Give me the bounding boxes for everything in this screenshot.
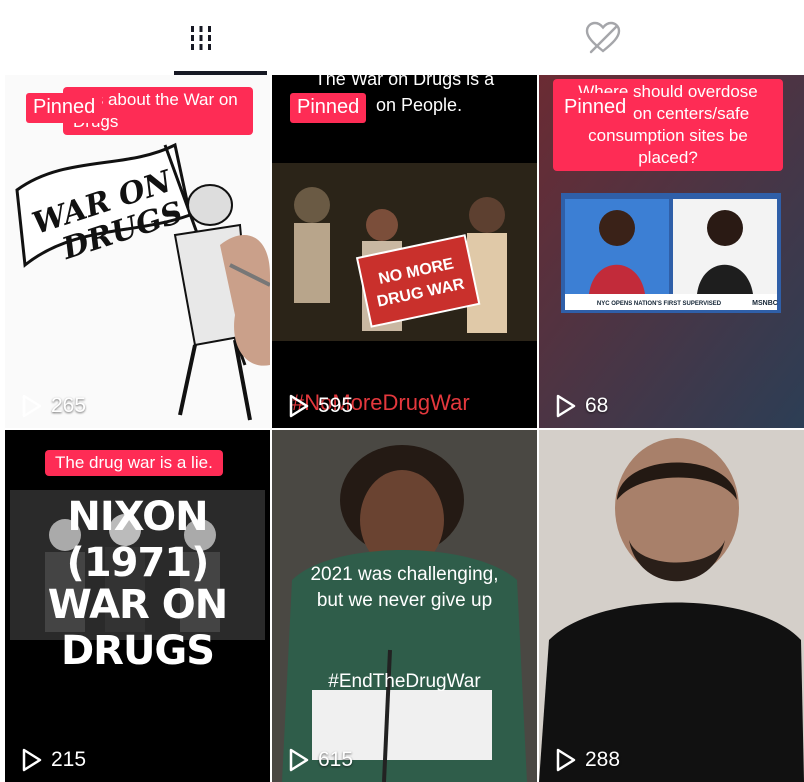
video-hashtag: #EndTheDrugWar xyxy=(328,671,481,692)
play-icon xyxy=(556,748,576,772)
view-count: 265 xyxy=(21,394,86,418)
play-icon xyxy=(22,394,42,418)
video-caption-line: on People. xyxy=(376,95,463,115)
play-icon xyxy=(22,748,42,772)
video-thumbnail: NO MORE DRUG WAR xyxy=(272,75,537,428)
video-tile-5[interactable]: 2021 was challenging, but we never give … xyxy=(272,430,537,782)
play-icon xyxy=(289,394,309,418)
svg-text:NYC OPENS NATION'S FIRST SUPER: NYC OPENS NATION'S FIRST SUPERVISED xyxy=(597,301,722,307)
view-count: 68 xyxy=(555,394,608,418)
video-title-1: NIXON (1971) xyxy=(66,494,210,586)
video-caption: 2021 was challenging, but we never give … xyxy=(310,564,499,611)
view-count: 288 xyxy=(555,748,620,772)
play-icon xyxy=(556,394,576,418)
video-grid: WAR ON DRUGS alks about the War on Drugs… xyxy=(0,75,804,782)
view-count: 215 xyxy=(21,748,86,772)
profile-tabs xyxy=(0,0,804,75)
pinned-badge: Pinned xyxy=(26,93,103,123)
view-count: 595 xyxy=(288,394,353,418)
video-caption: The drug war is a lie. xyxy=(45,450,223,476)
svg-text:MSNBC: MSNBC xyxy=(752,300,778,307)
video-title-2: WAR ON DRUGS xyxy=(47,582,229,674)
tab-liked[interactable] xyxy=(402,0,804,75)
play-icon xyxy=(289,748,309,772)
video-tile-1[interactable]: WAR ON DRUGS alks about the War on Drugs… xyxy=(5,75,270,428)
video-tile-4[interactable]: The drug war is a lie. NIXON (1971) WAR … xyxy=(5,430,270,782)
video-caption-top: The War on Drugs is a xyxy=(314,75,495,89)
tab-videos[interactable] xyxy=(0,0,402,75)
pinned-badge: Pinned xyxy=(290,93,367,123)
view-count: 615 xyxy=(288,748,353,772)
pinned-badge: Pinned xyxy=(557,93,634,123)
liked-hidden-icon xyxy=(585,21,621,53)
video-tile-2[interactable]: NO MORE DRUG WAR The War on Drugs is a o… xyxy=(272,75,537,428)
grid-icon xyxy=(191,25,211,50)
video-tile-3[interactable]: NYC OPENS NATION'S FIRST SUPERVISED MSNB… xyxy=(539,75,804,428)
video-thumbnail xyxy=(539,430,804,782)
video-tile-6[interactable]: 288 xyxy=(539,430,804,782)
